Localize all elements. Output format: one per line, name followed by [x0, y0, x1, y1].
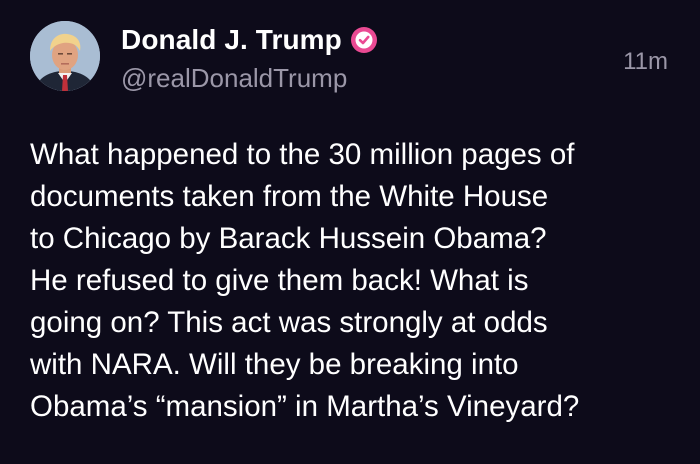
- post-body-line: documents taken from the White House: [30, 180, 549, 213]
- post-body-line: to Chicago by Barack Hussein Obama?: [30, 222, 547, 255]
- post-body-line: Obama’s “mansion” in Martha’s Vineyard?: [30, 390, 580, 423]
- author-name-row: Donald J. Trump: [121, 24, 378, 56]
- avatar[interactable]: [30, 21, 100, 91]
- post-card: Donald J. Trump @realDonaldTrump 11m Wha…: [0, 0, 700, 464]
- profile-photo: [30, 21, 100, 91]
- user-handle[interactable]: @realDonaldTrump: [121, 63, 347, 94]
- post-body-line: with NARA. Will they be breaking into: [30, 348, 519, 381]
- display-name[interactable]: Donald J. Trump: [121, 24, 342, 56]
- post-body-line: What happened to the 30 million pages of: [30, 138, 575, 171]
- post-body-line: going on? This act was strongly at odds: [30, 306, 548, 339]
- post-body-line: He refused to give them back! What is: [30, 264, 529, 297]
- post-body: What happened to the 30 million pages of…: [30, 134, 680, 428]
- post-timestamp[interactable]: 11m: [623, 48, 668, 76]
- verified-badge-icon: [350, 27, 377, 53]
